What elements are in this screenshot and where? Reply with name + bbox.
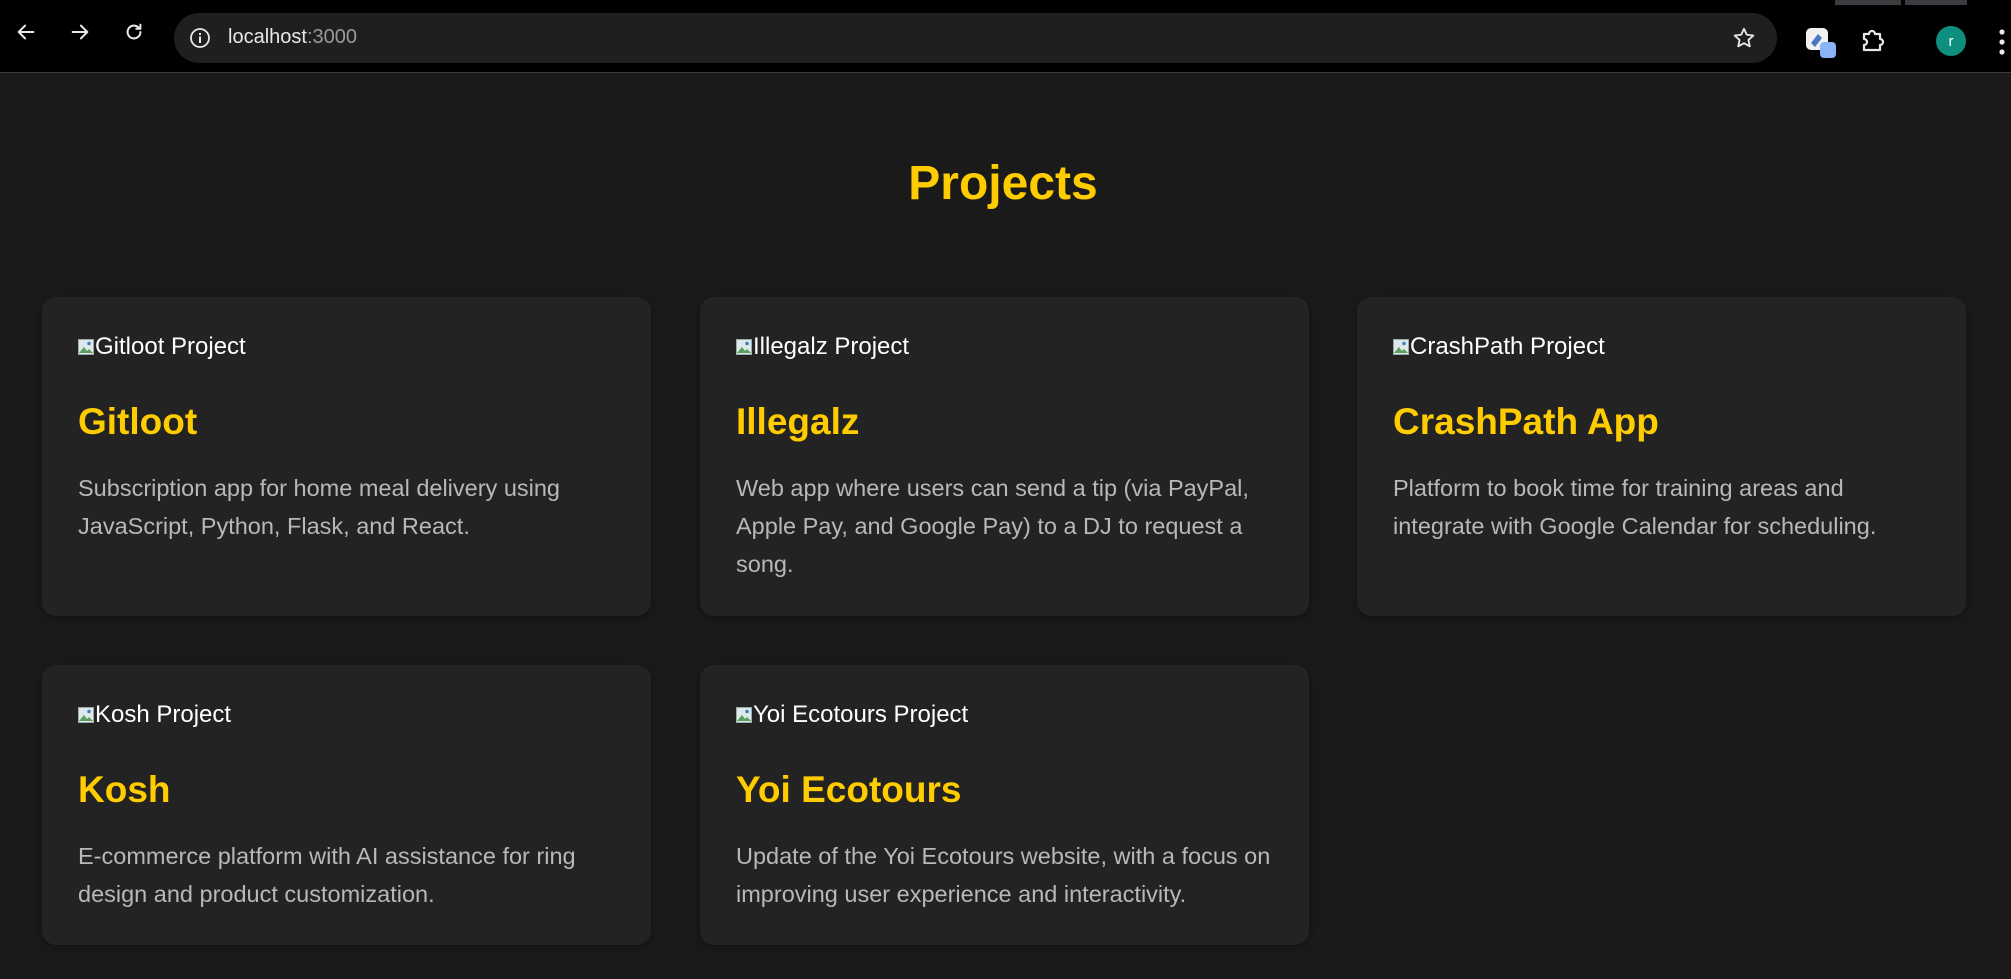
image-alt-text: Gitloot Project — [95, 333, 246, 360]
broken-image-icon — [736, 707, 752, 723]
project-card[interactable]: Yoi Ecotours Project Yoi Ecotours Update… — [700, 665, 1309, 945]
project-description: Platform to book time for training areas… — [1393, 475, 1877, 539]
project-title: Gitloot — [78, 401, 198, 442]
project-image: CrashPath Project — [1393, 333, 1605, 361]
reload-icon — [126, 23, 142, 40]
project-title: Yoi Ecotours — [736, 769, 962, 810]
image-alt-text: Yoi Ecotours Project — [753, 701, 969, 728]
url-text[interactable]: localhost:3000 — [228, 26, 357, 49]
project-card[interactable]: Gitloot Project Gitloot Subscription app… — [42, 297, 651, 616]
project-image: Illegalz Project — [736, 333, 909, 361]
broken-image-icon — [78, 707, 94, 723]
project-image: Yoi Ecotours Project — [736, 701, 968, 729]
broken-image-icon — [1393, 339, 1409, 355]
page-content: Projects Gitloot Project Gitloot Subscri… — [0, 74, 2011, 979]
project-image: Gitloot Project — [78, 333, 246, 361]
address-bar[interactable]: localhost:3000 — [174, 13, 1777, 63]
project-image: Kosh Project — [78, 701, 231, 729]
project-description: Subscription app for home meal delivery … — [78, 475, 561, 539]
project-title: CrashPath App — [1393, 401, 1659, 442]
extension-icon[interactable] — [1804, 26, 1838, 60]
browser-toolbar: localhost:3000 r — [0, 5, 2011, 73]
project-description: Web app where users can send a tip (via … — [736, 475, 1249, 577]
broken-image-icon — [78, 339, 94, 355]
project-card[interactable]: Kosh Project Kosh E-commerce platform wi… — [42, 665, 651, 945]
project-description: Update of the Yoi Ecotours website, with… — [736, 843, 1271, 907]
image-alt-text: Kosh Project — [95, 701, 232, 728]
back-arrow-icon — [17, 24, 35, 40]
puzzle-extensions-icon[interactable] — [1858, 25, 1888, 55]
project-card[interactable]: CrashPath Project CrashPath App Platform… — [1357, 297, 1966, 616]
image-alt-text: Illegalz Project — [753, 333, 910, 360]
page-title: Projects — [908, 157, 1098, 210]
bookmark-star-icon[interactable] — [1731, 25, 1757, 51]
broken-image-icon — [736, 339, 752, 355]
project-card[interactable]: Illegalz Project Illegalz Web app where … — [700, 297, 1309, 616]
url-host: localhost — [228, 26, 307, 48]
forward-arrow-icon — [71, 24, 89, 40]
project-description: E-commerce platform with AI assistance f… — [78, 843, 576, 907]
url-port: :3000 — [306, 26, 357, 48]
site-info-icon[interactable] — [188, 26, 212, 50]
kebab-menu-icon[interactable] — [1996, 27, 2008, 57]
project-title: Illegalz — [736, 401, 860, 442]
back-button[interactable] — [13, 19, 39, 45]
profile-avatar[interactable]: r — [1936, 26, 1966, 56]
forward-button[interactable] — [67, 19, 93, 45]
project-title: Kosh — [78, 769, 171, 810]
image-alt-text: CrashPath Project — [1410, 333, 1605, 360]
reload-button[interactable] — [121, 19, 147, 45]
